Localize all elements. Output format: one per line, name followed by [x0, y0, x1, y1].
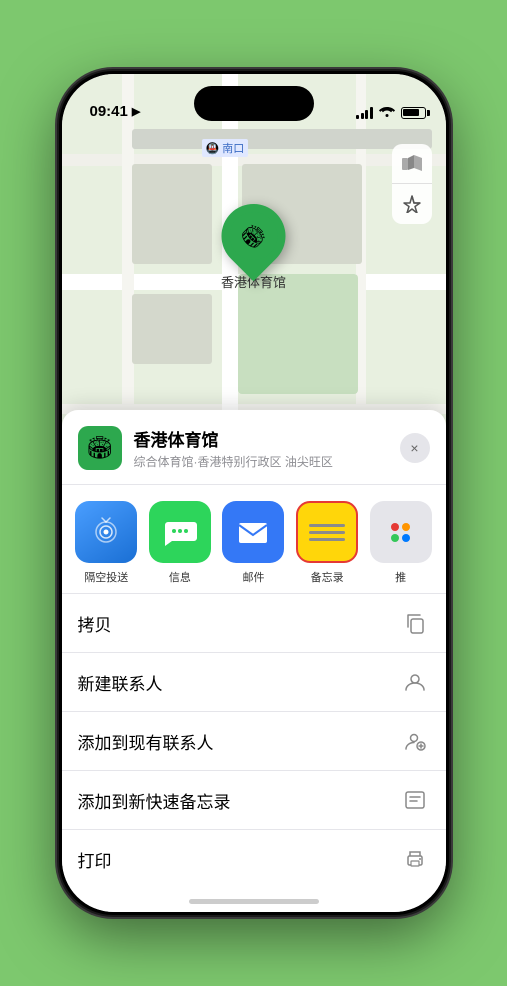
- signal-bar-4: [370, 107, 373, 119]
- quick-note-icon: [400, 785, 430, 815]
- share-app-mail[interactable]: 邮件: [217, 501, 291, 585]
- print-label: 打印: [78, 847, 400, 872]
- venue-name: 香港体育馆: [134, 426, 388, 451]
- add-contact-label: 添加到现有联系人: [78, 729, 400, 754]
- share-app-messages[interactable]: 信息: [143, 501, 217, 585]
- share-app-airdrop[interactable]: 隔空投送: [70, 501, 144, 585]
- quick-note-label: 添加到新快速备忘录: [78, 788, 400, 813]
- action-row-copy[interactable]: 拷贝: [62, 594, 446, 653]
- share-app-more[interactable]: 推: [364, 501, 438, 585]
- signal-bars-icon: [356, 107, 373, 119]
- map-controls: [392, 144, 432, 224]
- print-icon: [400, 844, 430, 874]
- map-type-button[interactable]: [392, 144, 432, 184]
- location-arrow-icon: ▶: [132, 105, 140, 118]
- map-label-text: 南口: [222, 143, 244, 155]
- phone-frame: 09:41 ▶: [59, 71, 449, 915]
- location-button[interactable]: [392, 184, 432, 224]
- messages-label: 信息: [169, 569, 191, 585]
- share-apps-row: 隔空投送 信息: [62, 485, 446, 593]
- signal-bar-3: [365, 110, 368, 119]
- messages-icon: [149, 501, 211, 563]
- close-label: ×: [410, 440, 418, 456]
- sheet-header: 🏟 香港体育馆 综合体育馆·香港特别行政区 油尖旺区 ×: [62, 410, 446, 485]
- venue-icon: 🏟: [78, 426, 122, 470]
- signal-bar-2: [361, 113, 364, 119]
- location-pin: 🏟 香港体育馆: [221, 204, 286, 291]
- notes-label: 备忘录: [311, 569, 344, 585]
- action-row-print[interactable]: 打印: [62, 830, 446, 888]
- battery-fill: [403, 109, 419, 116]
- building-1: [132, 164, 212, 264]
- new-contact-label: 新建联系人: [78, 670, 400, 695]
- add-contact-icon: [400, 726, 430, 756]
- venue-subtitle: 综合体育馆·香港特别行政区 油尖旺区: [134, 453, 388, 470]
- action-row-add-contact[interactable]: 添加到现有联系人: [62, 712, 446, 771]
- copy-icon: [400, 608, 430, 638]
- status-icons: [356, 105, 426, 120]
- action-row-new-contact[interactable]: 新建联系人: [62, 653, 446, 712]
- home-indicator: [189, 899, 319, 904]
- signal-bar-1: [356, 115, 359, 119]
- action-rows: 拷贝 新建联系人: [62, 593, 446, 888]
- stadium-icon: 🏟: [236, 218, 272, 254]
- phone-inner: 09:41 ▶: [62, 74, 446, 912]
- battery-icon: [401, 107, 426, 119]
- building-3: [132, 294, 212, 364]
- more-label: 推: [395, 569, 406, 585]
- venue-stadium-icon: 🏟: [86, 435, 114, 461]
- status-time: 09:41 ▶: [90, 103, 141, 120]
- dynamic-island: [194, 86, 314, 121]
- bottom-sheet: 🏟 香港体育馆 综合体育馆·香港特别行政区 油尖旺区 ×: [62, 410, 446, 912]
- share-app-notes[interactable]: 备忘录: [290, 501, 364, 585]
- close-button[interactable]: ×: [400, 433, 430, 463]
- pin-inner: 🏟: [229, 212, 277, 260]
- notes-line-1: [309, 524, 345, 527]
- airdrop-label: 隔空投送: [84, 569, 128, 585]
- time-label: 09:41: [90, 103, 128, 120]
- new-contact-icon: [400, 667, 430, 697]
- action-row-quick-note[interactable]: 添加到新快速备忘录: [62, 771, 446, 830]
- notes-line-3: [309, 538, 345, 541]
- notes-icon: [296, 501, 358, 563]
- notes-lines: [309, 524, 345, 541]
- more-icon: [370, 501, 432, 563]
- map-location-label: 🚇 南口: [202, 139, 249, 157]
- stadium-ground: [238, 274, 358, 394]
- pin-circle: 🏟: [208, 191, 299, 282]
- wifi-icon: [379, 105, 395, 120]
- notes-line-2: [309, 531, 345, 534]
- building-4: [132, 129, 432, 149]
- mail-label: 邮件: [242, 569, 264, 585]
- mail-icon: [222, 501, 284, 563]
- venue-info: 香港体育馆 综合体育馆·香港特别行政区 油尖旺区: [134, 426, 388, 470]
- copy-label: 拷贝: [78, 611, 400, 636]
- airdrop-icon: [75, 501, 137, 563]
